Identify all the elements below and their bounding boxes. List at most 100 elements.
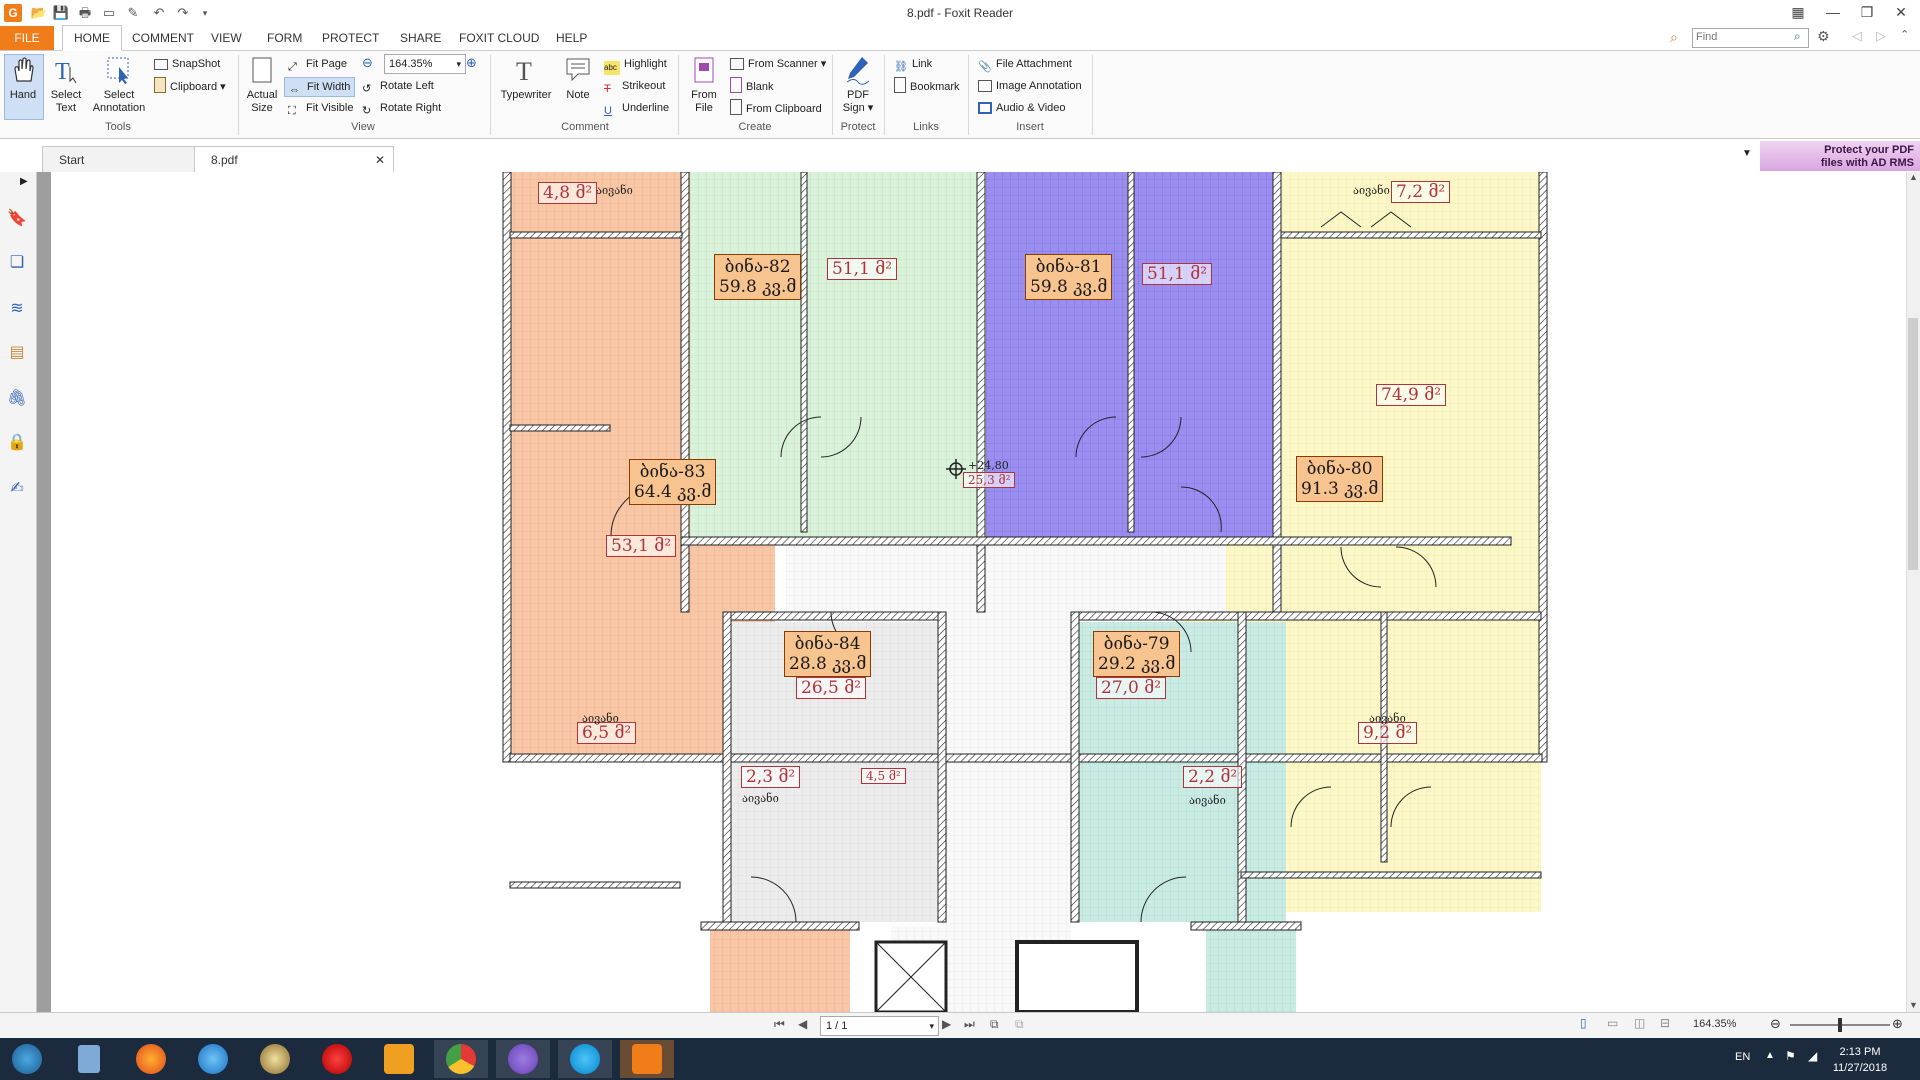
zoom-status[interactable]: 164.35% — [1693, 1018, 1736, 1030]
signatures-panel-icon[interactable]: ✍ — [6, 478, 28, 500]
bookmark-button[interactable]: Bookmark — [894, 77, 960, 95]
rotate-left-button[interactable]: ↺ Rotate Left — [362, 77, 434, 95]
zoom-out-status-icon[interactable]: ⊖ — [1770, 1016, 1781, 1032]
zoom-slider-handle[interactable] — [1838, 1018, 1842, 1032]
restore-button[interactable]: ❐ — [1852, 2, 1882, 22]
start-button[interactable] — [0, 1040, 54, 1078]
previous-page-icon[interactable]: ◀ — [798, 1017, 807, 1031]
back-icon[interactable]: ◁ — [1852, 28, 1862, 44]
attachments-panel-icon[interactable]: 🖇 — [6, 388, 28, 410]
tab-file[interactable]: FILE — [0, 26, 54, 50]
find-input[interactable] — [1693, 29, 1789, 45]
expand-sidebar-icon[interactable]: ▶ — [20, 176, 28, 187]
tab-foxit-cloud[interactable]: FOXIT CLOUD — [448, 26, 550, 50]
zoom-in-icon[interactable]: ⊕ — [466, 55, 477, 71]
promo-banner[interactable]: Protect your PDF files with AD RMS — [1760, 141, 1920, 171]
page-dropdown-icon[interactable]: ▾ — [929, 1017, 934, 1035]
fit-page-button[interactable]: ⤢ Fit Page — [288, 55, 347, 73]
from-clipboard-button[interactable]: From Clipboard — [730, 99, 822, 117]
tab-list-dropdown-icon[interactable]: ▼ — [1742, 148, 1752, 159]
tab-form[interactable]: FORM — [256, 26, 313, 50]
taskbar-app[interactable] — [248, 1040, 302, 1078]
collapse-ribbon-icon[interactable]: ⌃ — [1900, 28, 1909, 41]
taskbar-app[interactable] — [124, 1040, 178, 1078]
blank-button[interactable]: Blank — [730, 77, 774, 95]
vertical-scrollbar[interactable] — [1906, 172, 1920, 1012]
audio-video-button[interactable]: Audio & Video — [978, 99, 1066, 117]
tab-view[interactable]: VIEW — [200, 26, 253, 50]
rotate-view-icon[interactable]: ⧉ — [990, 1017, 999, 1032]
zoom-field[interactable]: 164.35% ▾ — [384, 54, 466, 74]
single-page-icon[interactable]: ▯ — [1580, 1016, 1587, 1030]
hand-button[interactable]: Hand — [4, 55, 42, 102]
next-page-icon[interactable]: ▶ — [942, 1017, 951, 1031]
tab-help[interactable]: HELP — [545, 26, 598, 50]
taskbar-app[interactable] — [496, 1040, 550, 1078]
layers-panel-icon[interactable]: ≋ — [6, 298, 28, 320]
search-icon[interactable]: ⌕ — [1794, 29, 1801, 44]
taskbar-app[interactable] — [558, 1040, 612, 1078]
page-view-icon[interactable]: ⧉ — [1015, 1017, 1024, 1032]
highlight-button[interactable]: abc Highlight — [604, 55, 667, 75]
tab-protect[interactable]: PROTECT — [311, 26, 390, 50]
taskbar-app[interactable] — [310, 1040, 364, 1078]
select-text-button[interactable]: T Select Text — [46, 55, 86, 115]
strikeout-button[interactable]: T Strikeout — [604, 77, 665, 95]
snapshot-button[interactable]: SnapShot — [154, 55, 220, 73]
first-page-icon[interactable]: ⏮ — [774, 1017, 785, 1032]
tab-share[interactable]: SHARE — [389, 26, 452, 50]
close-tab-icon[interactable]: ✕ — [375, 147, 385, 173]
pages-panel-icon[interactable]: ❏ — [6, 252, 28, 274]
scrollbar-thumb[interactable] — [1908, 318, 1918, 570]
tab-8pdf[interactable]: 8.pdf ✕ — [194, 146, 394, 173]
taskbar-app[interactable] — [372, 1040, 426, 1078]
link-button[interactable]: ⛓ Link — [894, 55, 932, 73]
scroll-up-icon[interactable]: ▲ — [1909, 172, 1918, 182]
security-lock-icon[interactable]: 🔒 — [6, 432, 28, 454]
language-indicator[interactable]: EN — [1735, 1051, 1750, 1063]
file-attachment-button[interactable]: 📎 File Attachment — [978, 55, 1072, 73]
zoom-out-icon[interactable]: ⊖ — [362, 55, 373, 71]
taskbar-app[interactable] — [434, 1040, 488, 1078]
facing-page-icon[interactable]: ◫ — [1634, 1016, 1645, 1030]
taskbar-app[interactable] — [62, 1040, 116, 1078]
tray-expand-icon[interactable]: ▲ — [1765, 1050, 1775, 1061]
bookmarks-panel-icon[interactable]: 🔖 — [6, 208, 28, 230]
fit-width-button[interactable]: ⇔ Fit Width — [284, 77, 356, 97]
fit-visible-button[interactable]: ⛶ Fit Visible — [288, 99, 353, 117]
action-center-flag-icon[interactable]: ⚑ — [1785, 1049, 1796, 1063]
rotate-right-button[interactable]: ↻ Rotate Right — [362, 99, 441, 117]
settings-gear-icon[interactable]: ⚙ — [1817, 28, 1830, 45]
taskbar-clock[interactable]: 2:13 PM 11/27/2018 — [1810, 1044, 1910, 1076]
layout-icon[interactable]: ▦ — [1783, 2, 1813, 22]
select-annotation-button[interactable]: Select Annotation — [88, 55, 150, 115]
forward-icon[interactable]: ▷ — [1876, 28, 1886, 44]
close-button[interactable]: ✕ — [1886, 2, 1916, 22]
taskbar-app[interactable] — [620, 1040, 674, 1078]
note-button[interactable]: Note — [560, 55, 596, 102]
tab-home[interactable]: HOME — [62, 25, 122, 51]
find-icon[interactable]: ⌕ — [1670, 29, 1678, 46]
underline-button[interactable]: U Underline — [604, 99, 669, 117]
last-page-icon[interactable]: ⏭ — [964, 1017, 975, 1032]
continuous-facing-icon[interactable]: ⊟ — [1660, 1016, 1670, 1030]
continuous-page-icon[interactable]: ▭ — [1607, 1016, 1618, 1030]
image-annotation-button[interactable]: Image Annotation — [978, 77, 1082, 95]
comments-panel-icon[interactable]: ▤ — [6, 342, 28, 364]
actual-size-button[interactable]: Actual Size — [244, 55, 280, 115]
from-scanner-button[interactable]: From Scanner ▾ — [730, 55, 826, 73]
document-view[interactable]: ბინა-82 59.8 კვ.მ ბინა-81 59.8 კვ.მ ბინა-8… — [51, 172, 1906, 1012]
clipboard-button[interactable]: Clipboard ▾ — [154, 77, 226, 95]
pdf-sign-button[interactable]: PDF Sign ▾ — [838, 55, 878, 115]
typewriter-button[interactable]: T Typewriter — [498, 55, 554, 102]
from-file-button[interactable]: From File — [686, 55, 722, 115]
minimize-button[interactable]: — — [1818, 2, 1848, 22]
taskbar-app[interactable] — [186, 1040, 240, 1078]
tab-comment[interactable]: COMMENT — [121, 26, 205, 50]
scroll-down-icon[interactable]: ▼ — [1909, 1000, 1918, 1010]
zoom-dropdown-icon[interactable]: ▾ — [456, 55, 461, 73]
page-number-field[interactable]: 1 / 1 ▾ — [820, 1016, 939, 1036]
tab-start[interactable]: Start — [42, 146, 210, 173]
zoom-in-status-icon[interactable]: ⊕ — [1892, 1016, 1903, 1032]
find-field[interactable] — [1692, 28, 1809, 48]
